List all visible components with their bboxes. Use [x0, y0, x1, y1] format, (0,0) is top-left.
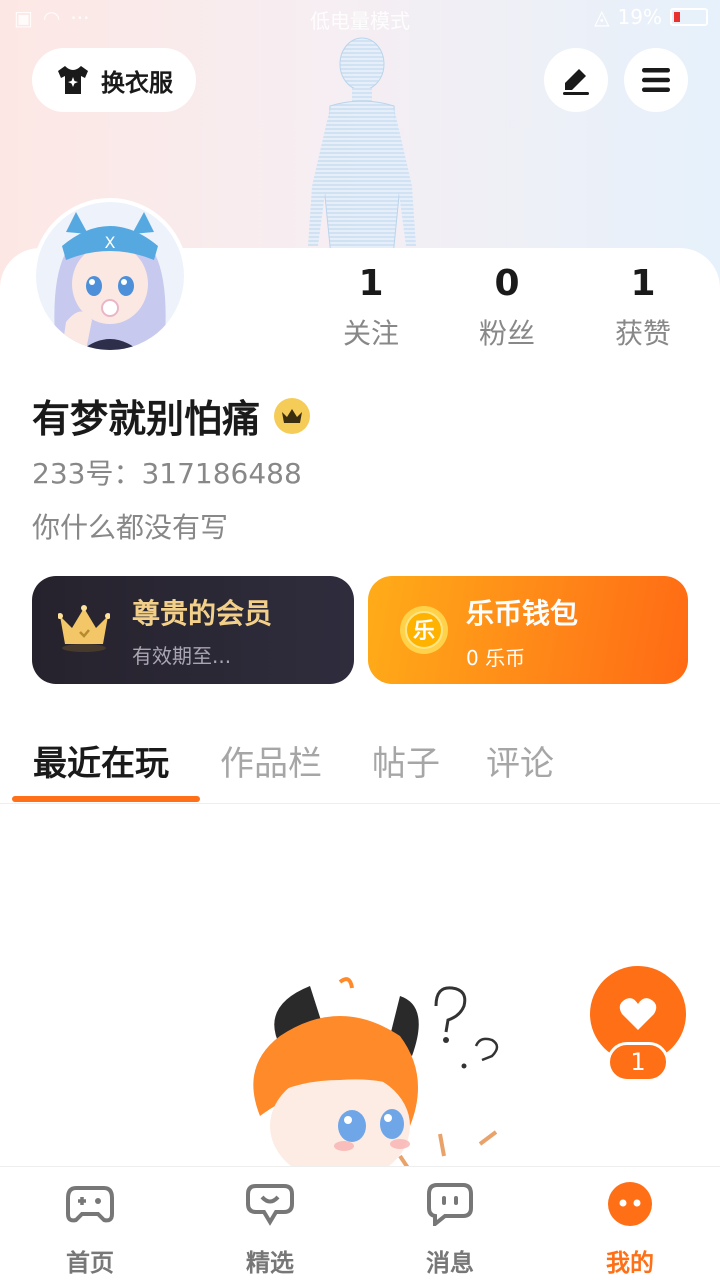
nav-messages[interactable]: 消息	[390, 1181, 510, 1278]
change-outfit-button[interactable]: 换衣服	[32, 48, 196, 112]
coin-icon-char: 乐	[413, 619, 435, 644]
stat-likes[interactable]: 1 获赞	[583, 262, 703, 352]
nav-me[interactable]: 我的	[570, 1181, 690, 1278]
bell-mute-icon: ◬	[594, 5, 610, 29]
status-icons-right: ◬ 19%	[594, 5, 708, 29]
followers-count: 0	[494, 263, 520, 304]
crown-badge-icon[interactable]	[274, 397, 311, 434]
nav-me-label: 我的	[606, 1249, 654, 1277]
battery-percent: 19%	[617, 5, 662, 29]
coin-icon: 乐	[400, 606, 448, 654]
hamburger-menu-icon	[642, 68, 670, 92]
avatar-3d-figure	[308, 37, 416, 266]
nav-featured-label: 精选	[246, 1249, 294, 1277]
tab-recently-played[interactable]: 最近在玩	[33, 736, 169, 785]
following-label: 关注	[342, 317, 399, 350]
avatar[interactable]: X	[32, 198, 188, 354]
heart-icon	[619, 998, 657, 1030]
wallet-card-balance: 0 乐币	[466, 646, 526, 670]
gold-crown-icon	[58, 605, 110, 652]
edit-profile-button[interactable]	[544, 48, 608, 112]
nav-home[interactable]: 首页	[30, 1181, 150, 1278]
username: 有梦就别怕痛	[32, 397, 261, 441]
stat-followers[interactable]: 0 粉丝	[447, 262, 567, 352]
like-count-badge: 1	[607, 1042, 669, 1082]
bio-text: 你什么都没有写	[32, 511, 229, 544]
tshirt-icon	[58, 66, 88, 94]
nav-messages-label: 消息	[426, 1249, 474, 1277]
svg-text:X: X	[105, 233, 116, 252]
username-row: 有梦就别怕痛	[32, 388, 311, 443]
followers-label: 粉丝	[478, 317, 535, 350]
battery-icon	[670, 8, 708, 26]
tab-posts[interactable]: 帖子	[372, 736, 440, 785]
likes-label: 获赞	[614, 317, 671, 350]
stat-following[interactable]: 1 关注	[311, 262, 431, 352]
tab-works[interactable]: 作品栏	[220, 736, 322, 785]
wallet-card-title: 乐币钱包	[466, 597, 579, 630]
profile-face-icon	[608, 1182, 652, 1226]
nav-featured[interactable]: 精选	[210, 1181, 330, 1278]
change-outfit-label: 换衣服	[101, 68, 173, 97]
chat-bubble-icon	[427, 1183, 473, 1226]
user-id: 233号：317186488	[32, 457, 302, 490]
vip-member-card[interactable]: 尊贵的会员 有效期至...	[32, 576, 354, 684]
following-count: 1	[358, 263, 384, 304]
pen-icon	[563, 69, 589, 95]
nav-home-label: 首页	[66, 1249, 114, 1277]
gamepad-icon	[66, 1186, 114, 1223]
profile-tabs: 最近在玩 作品栏 帖子 评论	[0, 736, 720, 804]
member-card-subtitle: 有效期至...	[132, 644, 232, 668]
likes-count: 1	[630, 263, 656, 304]
bottom-nav: 首页 精选 消息 我的	[0, 1166, 720, 1280]
tab-comments[interactable]: 评论	[486, 736, 554, 785]
menu-button[interactable]	[624, 48, 688, 112]
status-bar: ▣ ◠ ··· 低电量模式 ◬ 19%	[0, 0, 720, 36]
confused-mascot-illustration	[253, 977, 499, 1168]
heart-bubble-icon	[246, 1184, 294, 1226]
coin-wallet-card[interactable]: 乐 乐币钱包 0 乐币	[368, 576, 688, 684]
member-card-title: 尊贵的会员	[132, 597, 273, 630]
active-tab-indicator	[12, 796, 200, 802]
anime-girl-avatar-image: X	[36, 202, 184, 350]
